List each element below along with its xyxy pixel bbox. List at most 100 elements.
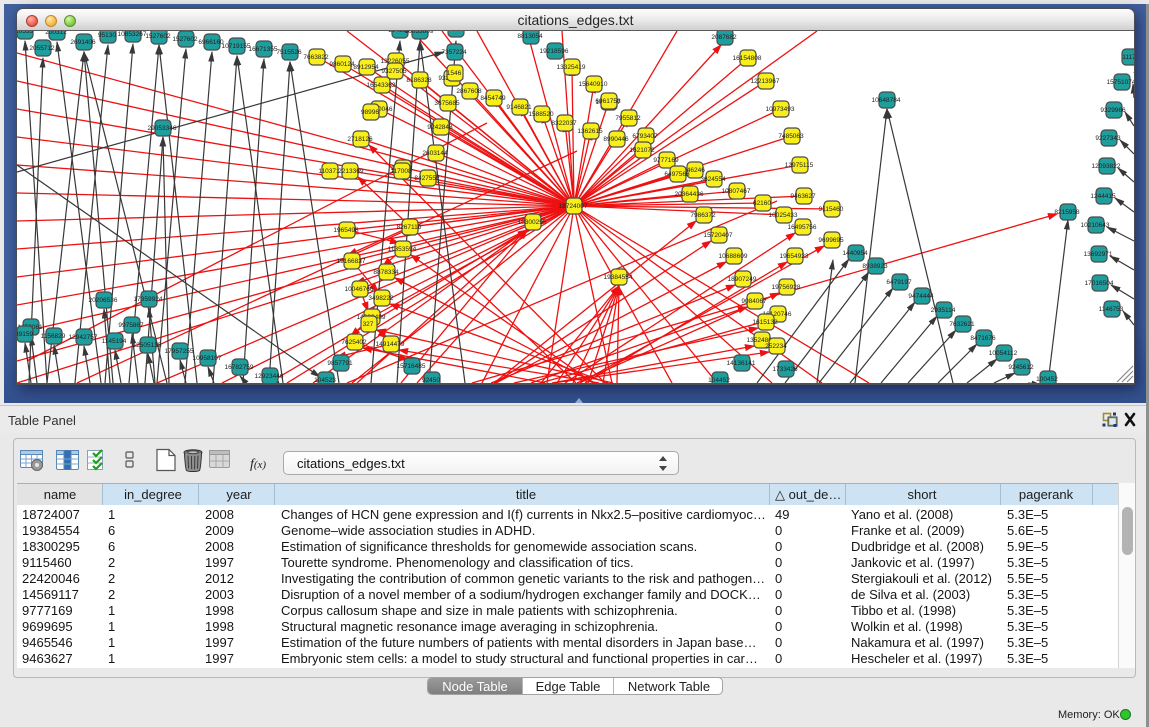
svg-text:8938923: 8938923 bbox=[862, 263, 888, 270]
svg-text:10853267: 10853267 bbox=[118, 31, 147, 38]
svg-text:9084067: 9084067 bbox=[741, 298, 767, 305]
svg-text:2087682: 2087682 bbox=[711, 34, 737, 41]
svg-text:1145194: 1145194 bbox=[102, 338, 127, 345]
svg-text:12975115: 12975115 bbox=[785, 162, 814, 169]
svg-text:19218596: 19218596 bbox=[540, 48, 569, 55]
svg-text:8427552: 8427552 bbox=[414, 175, 440, 182]
svg-text:7663822: 7663822 bbox=[303, 54, 329, 61]
svg-text:8878334: 8878334 bbox=[373, 269, 399, 276]
svg-text:6966160: 6966160 bbox=[198, 39, 224, 46]
svg-text:16154808: 16154808 bbox=[733, 55, 762, 62]
svg-text:8454749: 8454749 bbox=[480, 95, 506, 102]
svg-text:881305: 881305 bbox=[444, 31, 466, 33]
svg-text:9860124: 9860124 bbox=[329, 61, 355, 68]
svg-text:1362615: 1362615 bbox=[577, 128, 603, 135]
svg-text:17359924: 17359924 bbox=[134, 296, 163, 303]
svg-text:104523: 104523 bbox=[314, 377, 336, 383]
svg-text:2867608: 2867608 bbox=[456, 88, 482, 95]
svg-text:6961758: 6961758 bbox=[595, 98, 621, 105]
svg-text:1117: 1117 bbox=[1122, 54, 1134, 61]
svg-text:10533: 10533 bbox=[17, 31, 33, 35]
svg-text:14914479: 14914479 bbox=[376, 341, 405, 348]
svg-text:2055712: 2055712 bbox=[29, 45, 55, 52]
svg-text:15720407: 15720407 bbox=[704, 232, 733, 239]
svg-text:9329966: 9329966 bbox=[1100, 107, 1126, 114]
svg-text:7986372: 7986372 bbox=[690, 212, 716, 219]
svg-text:95130: 95130 bbox=[98, 32, 116, 39]
svg-text:15716485: 15716485 bbox=[397, 363, 426, 370]
svg-text:18907249: 18907249 bbox=[728, 276, 757, 283]
svg-text:200312: 200312 bbox=[45, 31, 67, 36]
svg-text:13325419: 13325419 bbox=[557, 64, 586, 71]
svg-text:6479197: 6479197 bbox=[886, 279, 912, 286]
svg-text:2935114: 2935114 bbox=[931, 307, 956, 314]
svg-text:9777169: 9777169 bbox=[653, 157, 679, 164]
svg-text:1546: 1546 bbox=[447, 70, 462, 77]
svg-text:16543362: 16543362 bbox=[367, 82, 396, 89]
svg-text:1527602: 1527602 bbox=[172, 36, 198, 43]
svg-text:19166827: 19166827 bbox=[337, 258, 366, 265]
svg-text:92450: 92450 bbox=[422, 377, 440, 383]
svg-text:10648784: 10648784 bbox=[872, 97, 901, 104]
svg-text:18300295: 18300295 bbox=[518, 219, 547, 226]
svg-text:9327505: 9327505 bbox=[381, 68, 407, 75]
svg-text:1621072: 1621072 bbox=[629, 147, 655, 154]
svg-text:10719155: 10719155 bbox=[222, 43, 251, 50]
svg-text:2603144: 2603144 bbox=[422, 150, 448, 157]
svg-text:10688609: 10688609 bbox=[719, 253, 748, 260]
svg-text:8186328: 8186328 bbox=[406, 77, 432, 84]
svg-text:8990446: 8990446 bbox=[603, 136, 629, 143]
svg-text:8322037: 8322037 bbox=[551, 120, 577, 127]
svg-text:9463627: 9463627 bbox=[790, 193, 816, 200]
svg-text:12942757: 12942757 bbox=[69, 334, 98, 341]
svg-text:9146821: 9146821 bbox=[506, 104, 532, 111]
svg-text:39159: 39159 bbox=[17, 331, 33, 338]
svg-text:3498222: 3498222 bbox=[368, 295, 394, 302]
svg-text:2691406: 2691406 bbox=[70, 39, 96, 46]
svg-text:1615132: 1615132 bbox=[752, 319, 778, 326]
svg-text:11353594: 11353594 bbox=[388, 246, 417, 253]
svg-text:7632621: 7632621 bbox=[949, 321, 975, 328]
svg-text:117008: 117008 bbox=[390, 168, 412, 175]
svg-text:1156829: 1156829 bbox=[41, 333, 66, 340]
svg-text:3624554: 3624554 bbox=[700, 176, 726, 183]
svg-text:16782759: 16782759 bbox=[225, 364, 254, 371]
svg-text:20364436: 20364436 bbox=[675, 191, 704, 198]
svg-text:9242848: 9242848 bbox=[427, 124, 453, 131]
svg-text:14136141: 14136141 bbox=[727, 360, 756, 367]
svg-text:8813054: 8813054 bbox=[517, 33, 543, 40]
svg-text:7955812: 7955812 bbox=[615, 115, 641, 122]
svg-text:8471676: 8471676 bbox=[970, 335, 996, 342]
svg-text:10210643: 10210643 bbox=[1081, 222, 1110, 229]
svg-text:104452: 104452 bbox=[708, 377, 730, 383]
svg-text:110371: 110371 bbox=[318, 168, 340, 175]
svg-text:12213967: 12213967 bbox=[751, 78, 780, 85]
svg-text:20206536: 20206536 bbox=[89, 297, 118, 304]
svg-text:17016504: 17016504 bbox=[1085, 280, 1114, 287]
svg-text:10025433: 10025433 bbox=[769, 212, 798, 219]
svg-text:19756928: 19756928 bbox=[772, 284, 801, 291]
svg-text:1527602: 1527602 bbox=[145, 33, 171, 40]
svg-text:7625402: 7625402 bbox=[341, 339, 367, 346]
svg-text:9857791: 9857791 bbox=[327, 360, 353, 367]
svg-text:9227343: 9227343 bbox=[1095, 135, 1121, 142]
svg-text:1440954: 1440954 bbox=[842, 250, 868, 257]
svg-text:12093822: 12093822 bbox=[1092, 163, 1121, 170]
svg-text:6793407: 6793407 bbox=[632, 133, 658, 140]
svg-text:2718126: 2718126 bbox=[347, 136, 373, 143]
svg-text:62160: 62160 bbox=[753, 200, 771, 207]
svg-text:19384554: 19384554 bbox=[604, 274, 633, 281]
svg-text:10973493: 10973493 bbox=[766, 106, 795, 113]
svg-text:8912954: 8912954 bbox=[353, 64, 379, 71]
svg-text:9474444: 9474444 bbox=[908, 293, 934, 300]
svg-text:18724007: 18724007 bbox=[559, 203, 588, 210]
svg-text:7515526: 7515526 bbox=[276, 49, 302, 56]
svg-text:10054112: 10054112 bbox=[989, 350, 1018, 357]
svg-text:1244415: 1244415 bbox=[1090, 193, 1116, 200]
svg-text:16033809: 16033809 bbox=[405, 31, 434, 35]
svg-text:10958107: 10958107 bbox=[193, 355, 222, 362]
svg-text:9975867: 9975867 bbox=[118, 322, 144, 329]
svg-text:9115460: 9115460 bbox=[819, 206, 844, 213]
svg-text:13692971: 13692971 bbox=[1084, 251, 1113, 258]
svg-text:16495756: 16495756 bbox=[788, 224, 817, 231]
